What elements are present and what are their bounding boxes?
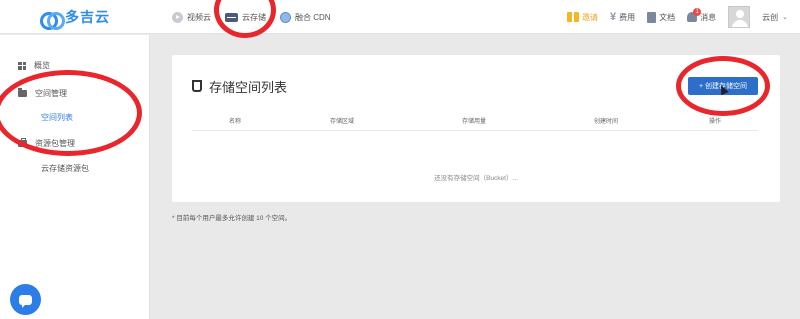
invite-link[interactable]: 邀请 xyxy=(567,12,598,23)
logo[interactable]: 多吉云 xyxy=(0,0,150,34)
chevron-down-icon: ⌄ xyxy=(782,14,788,21)
page-title-text: 存储空间列表 xyxy=(209,80,288,95)
user-toolbar: 邀请 ¥ 费用 文档 1 消息 云创 ⌄ xyxy=(567,0,788,34)
column-header-region: 存储区域 xyxy=(330,119,355,125)
page-title: 存储空间列表 xyxy=(192,77,287,96)
column-header-created: 创建时间 xyxy=(594,119,619,125)
top-bar: 多吉云 视频云 云存储 融合 CDN 邀请 ¥ 费用 文档 1 消息 云创 ⌄ xyxy=(0,0,800,34)
table-header: 名称 存储区域 存储用量 创建时间 操作 xyxy=(192,111,758,131)
user-name: 云创 xyxy=(762,12,779,22)
column-header-name: 名称 xyxy=(229,119,242,125)
chat-button[interactable] xyxy=(10,284,41,315)
bucket-icon xyxy=(192,80,202,92)
column-header-actions: 操作 xyxy=(709,119,722,125)
sidebar-item-label: 空间管理 xyxy=(35,89,67,98)
docs-link[interactable]: 文档 xyxy=(647,11,676,23)
docs-label: 文档 xyxy=(659,12,676,22)
column-header-usage: 存储用量 xyxy=(462,119,487,125)
nav-cloud-storage[interactable]: 云存储 xyxy=(225,12,266,23)
nav-label: 云存储 xyxy=(242,12,266,22)
messages-link[interactable]: 1 消息 xyxy=(687,8,717,23)
nav-label: 融合 CDN xyxy=(295,12,331,22)
chat-icon xyxy=(19,294,32,308)
sidebar-item-label: 概览 xyxy=(34,61,50,70)
billing-label: 费用 xyxy=(619,12,636,22)
briefcase-icon xyxy=(18,138,27,147)
globe-icon xyxy=(280,11,291,23)
sidebar-item-space-management[interactable]: 空间管理 xyxy=(18,88,67,99)
sidebar: 概览 空间管理 空间列表 资源包管理 云存储资源包 xyxy=(0,35,150,319)
dashboard-icon xyxy=(18,61,26,70)
nav-video-cloud[interactable]: 视频云 xyxy=(172,11,211,23)
cloud-logo-icon xyxy=(40,11,65,30)
sidebar-item-overview[interactable]: 概览 xyxy=(18,60,50,71)
yen-icon: ¥ xyxy=(610,11,617,23)
gift-icon xyxy=(567,12,579,22)
sidebar-item-resource-package[interactable]: 资源包管理 xyxy=(18,138,75,149)
billing-link[interactable]: ¥ 费用 xyxy=(610,11,635,23)
avatar[interactable] xyxy=(728,6,751,28)
empty-state-text: 还没有存储空间（Bucket）... xyxy=(434,175,518,182)
product-nav: 视频云 云存储 融合 CDN xyxy=(172,0,331,34)
sidebar-item-space-list[interactable]: 空间列表 xyxy=(41,112,73,123)
document-icon xyxy=(647,11,657,23)
logo-text: 多吉云 xyxy=(65,9,110,25)
folder-icon xyxy=(18,88,27,97)
nav-cdn[interactable]: 融合 CDN xyxy=(280,11,331,23)
invite-label: 邀请 xyxy=(582,12,598,22)
drive-icon xyxy=(225,12,238,22)
user-menu[interactable]: 云创 ⌄ xyxy=(762,12,788,23)
messages-label: 消息 xyxy=(700,12,717,22)
play-icon xyxy=(172,11,183,23)
bell-icon: 1 xyxy=(687,8,702,22)
limit-note: * 目前每个用户最多允许创建 10 个空间。 xyxy=(172,215,292,222)
nav-label: 视频云 xyxy=(187,12,211,22)
sidebar-item-storage-package[interactable]: 云存储资源包 xyxy=(41,163,89,174)
sidebar-item-label: 资源包管理 xyxy=(35,139,75,148)
bucket-list-card: 存储空间列表 + 创建存储空间 名称 存储区域 存储用量 创建时间 操作 还没有… xyxy=(172,55,780,202)
